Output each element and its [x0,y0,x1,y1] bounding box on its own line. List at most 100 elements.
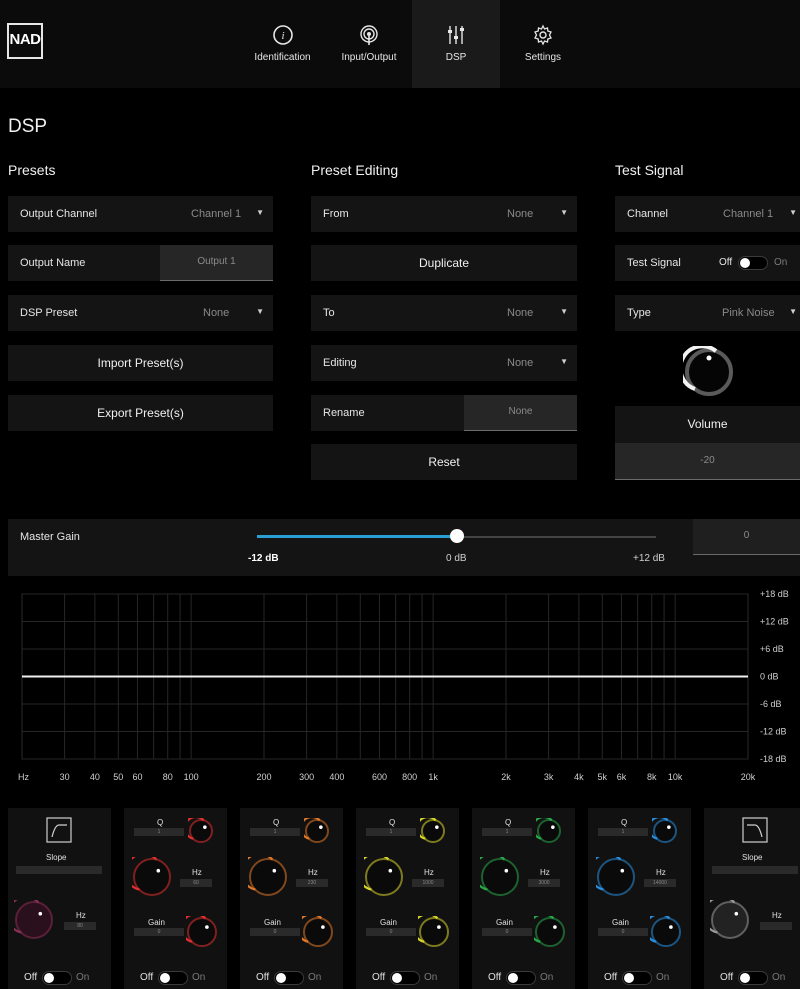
gain-knob[interactable] [302,916,334,948]
frequency-knob[interactable] [596,857,636,897]
master-gain-thumb[interactable] [449,529,464,543]
gain-knob[interactable] [534,916,566,948]
q-knob[interactable] [188,818,214,844]
frequency-knob[interactable] [14,900,54,940]
dsp-preset-value: None [203,307,230,319]
output-name-input[interactable]: Output 1 [160,245,273,281]
q-label: Q [273,818,280,827]
volume-knob[interactable] [683,346,735,398]
q-input[interactable]: 1 [134,828,184,836]
reset-button[interactable]: Reset [311,444,577,480]
band-panel: Q 1 Hz 3000 Gain 0 Off On [472,808,575,989]
volume-input[interactable]: -20 [615,443,800,480]
test-signal-label: Test Signal [627,257,681,269]
frequency-knob[interactable] [364,857,404,897]
band-on-label: On [424,972,438,983]
gain-knob[interactable] [650,916,682,948]
slope-selector[interactable] [16,866,102,874]
test-signal-on-label: On [774,257,788,268]
output-name-row: Output Name Output 1 [8,245,273,281]
from-select[interactable]: From None ▼ [311,196,577,232]
band-on-label: On [76,972,90,983]
tab-settings[interactable]: Settings [508,0,578,88]
band-enable-toggle[interactable] [506,971,536,985]
tab-dsp-label: DSP [445,52,467,63]
dsp-preset-select[interactable]: DSP Preset None ▼ [8,295,273,331]
band-panel: Q 1 Hz 1000 Gain 0 Off On [356,808,459,989]
gain-label: Gain [496,918,513,927]
frequency-knob[interactable] [710,900,750,940]
test-channel-select[interactable]: Channel Channel 1 ▼ [615,196,800,232]
gain-input[interactable]: 0 [482,928,532,936]
eq-freq-label: 300 [299,772,314,782]
eq-hz-unit: Hz [18,772,29,782]
q-input[interactable]: 1 [482,828,532,836]
duplicate-button[interactable]: Duplicate [311,245,577,281]
gain-input[interactable]: 0 [134,928,184,936]
frequency-knob[interactable] [132,857,172,897]
eq-freq-label: 50 [113,772,123,782]
master-gain-input[interactable]: 0 [693,519,800,555]
signal-type-select[interactable]: Type Pink Noise ▼ [615,295,800,331]
q-input[interactable]: 1 [366,828,416,836]
hz-input[interactable]: 14000 [644,879,676,887]
hz-input[interactable]: 80 [64,922,96,930]
q-knob[interactable] [652,818,678,844]
signal-type-label: Type [627,307,651,319]
q-input[interactable]: 1 [598,828,648,836]
gain-input[interactable]: 0 [598,928,648,936]
gain-input[interactable]: 0 [366,928,416,936]
editing-select[interactable]: Editing None ▼ [311,345,577,381]
tab-dsp[interactable]: DSP [412,0,500,88]
hz-input[interactable]: 3000 [528,879,560,887]
hz-input[interactable] [760,922,792,930]
import-presets-button[interactable]: Import Preset(s) [8,345,273,381]
band-enable-toggle[interactable] [390,971,420,985]
dsp-preset-label: DSP Preset [20,307,78,319]
chevron-down-icon: ▼ [256,307,264,316]
q-knob[interactable] [420,818,446,844]
gain-knob[interactable] [418,916,450,948]
band-on-label: On [192,972,206,983]
chevron-down-icon: ▼ [789,307,797,316]
test-signal-toggle[interactable] [738,256,768,270]
hz-input[interactable]: 60 [180,879,212,887]
eq-db-label: 0 dB [760,672,779,682]
rename-input[interactable]: None [464,395,577,431]
to-select[interactable]: To None ▼ [311,295,577,331]
export-presets-button[interactable]: Export Preset(s) [8,395,273,431]
eq-freq-label: 400 [329,772,344,782]
band-off-label: Off [140,972,154,983]
lowpass-icon [742,817,768,843]
slope-label: Slope [46,853,67,862]
slope-selector[interactable] [712,866,798,874]
to-label: To [323,307,335,319]
hz-input[interactable]: 230 [296,879,328,887]
band-enable-toggle[interactable] [42,971,72,985]
preset-editing-title: Preset Editing [311,162,399,178]
eq-freq-label: 4k [574,772,584,782]
frequency-knob[interactable] [480,857,520,897]
eq-freq-label: 40 [90,772,100,782]
gain-input[interactable]: 0 [250,928,300,936]
output-channel-select[interactable]: Output Channel Channel 1 ▼ [8,196,273,232]
eq-graph[interactable]: +18 dB +12 dB +6 dB 0 dB -6 dB -12 dB -18 dB Hz… [0,585,800,785]
output-channel-value: Channel 1 [191,208,242,220]
q-knob[interactable] [304,818,330,844]
svg-text:i: i [281,30,284,42]
hz-input[interactable]: 1000 [412,879,444,887]
band-enable-toggle[interactable] [622,971,652,985]
q-knob[interactable] [536,818,562,844]
tab-identification[interactable]: i Identification [245,0,320,88]
eq-freq-label: 6k [617,772,627,782]
band-enable-toggle[interactable] [738,971,768,985]
gain-knob[interactable] [186,916,218,948]
q-input[interactable]: 1 [250,828,300,836]
eq-freq-label: 8k [647,772,657,782]
band-enable-toggle[interactable] [158,971,188,985]
band-off-label: Off [372,972,386,983]
eq-db-label: -18 dB [760,754,787,764]
frequency-knob[interactable] [248,857,288,897]
band-enable-toggle[interactable] [274,971,304,985]
tab-input-output[interactable]: Input/Output [333,0,405,88]
